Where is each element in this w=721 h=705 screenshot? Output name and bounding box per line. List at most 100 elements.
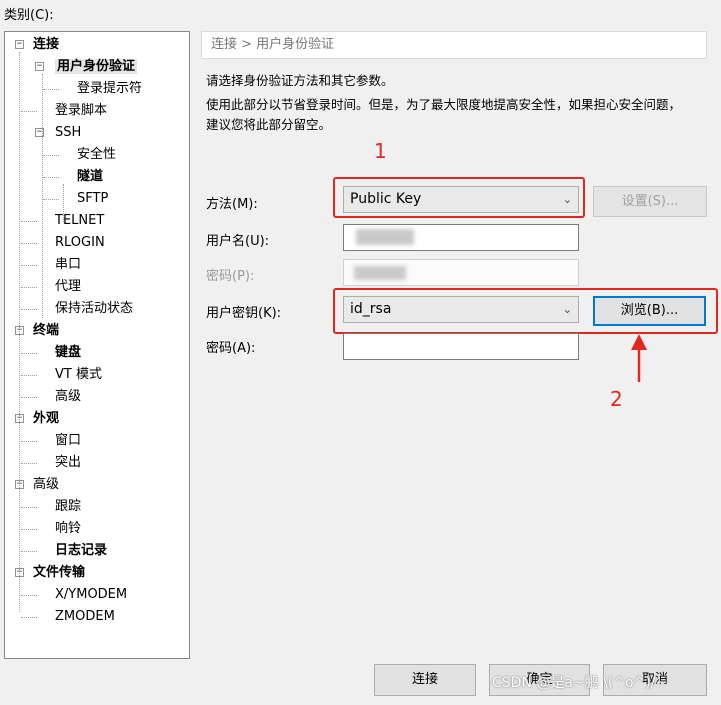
tree-item-label: 文件传输 (33, 565, 86, 580)
tree-item[interactable]: SSH (55, 122, 81, 143)
tree-item[interactable]: X/YMODEM (55, 584, 127, 605)
tree-connector (21, 309, 37, 310)
browse-button[interactable]: 浏览(B)... (593, 296, 706, 326)
redacted-username (356, 229, 414, 245)
tree-connector (43, 89, 59, 90)
password-field[interactable] (343, 259, 579, 286)
tree-item-label: SSH (55, 125, 82, 140)
method-select[interactable]: Public Key ⌄ (343, 186, 579, 213)
tree-guide-line (63, 184, 64, 222)
tree-item[interactable]: 突出 (55, 452, 81, 473)
username-field[interactable] (343, 224, 579, 251)
userkey-label: 用户密钥(K): (206, 306, 282, 321)
tree-item[interactable]: VT 模式 (55, 364, 102, 385)
annotation-2: 2 (610, 387, 623, 411)
annotation-1: 1 (374, 139, 387, 163)
tree-item[interactable]: 日志记录 (55, 540, 107, 561)
tree-item[interactable]: 代理 (55, 276, 81, 297)
tree-item-label: 连接 (33, 37, 60, 52)
tree-connector (21, 221, 37, 222)
password-label: 密码(P): (206, 269, 255, 284)
tree-item-label: RLOGIN (55, 235, 105, 250)
annotation-arrow (631, 334, 647, 382)
tree-item[interactable]: 窗口 (55, 430, 81, 451)
redacted-password (354, 266, 406, 280)
tree-item[interactable]: RLOGIN (55, 232, 105, 253)
tree-connector (21, 243, 37, 244)
tree-guide-line (19, 52, 20, 612)
chevron-down-icon: ⌄ (562, 303, 572, 316)
tree-item-label: 响铃 (55, 521, 82, 536)
tree-item-label: 高级 (55, 389, 82, 404)
tree-item[interactable]: 串口 (55, 254, 81, 275)
tree-connector (21, 397, 37, 398)
tree-item[interactable]: ZMODEM (55, 606, 115, 627)
method-value: Public Key (350, 191, 422, 207)
tree-item-label: 串口 (55, 257, 82, 272)
tree-connector (43, 177, 59, 178)
userkey-value: id_rsa (350, 301, 392, 317)
tree-item[interactable]: 隧道 (77, 166, 103, 187)
tree-item[interactable]: 终端 (33, 320, 59, 341)
category-tree[interactable]: 连接 − 用户身份验证 − 登录提示符 登录脚本 SSH − 安全性 隧道 SFTP TELNET RL… (4, 31, 190, 659)
tree-item-label: 用户身份验证 (55, 59, 138, 74)
collapse-icon[interactable]: − (35, 62, 44, 71)
tree-connector (21, 111, 37, 112)
tree-item-label: ZMODEM (55, 609, 115, 624)
tree-item[interactable]: 跟踪 (55, 496, 81, 517)
tree-item[interactable]: 高级 (33, 474, 59, 495)
tree-item[interactable]: 用户身份验证 (55, 56, 138, 77)
tree-item[interactable]: SFTP (77, 188, 108, 209)
tree-connector (21, 617, 37, 618)
tree-connector (21, 353, 37, 354)
method-label: 方法(M): (206, 197, 258, 212)
tree-item-label: 安全性 (77, 147, 117, 162)
tree-item-label: X/YMODEM (55, 587, 128, 602)
tree-item[interactable]: 安全性 (77, 144, 116, 165)
tree-guide-line (42, 74, 43, 318)
tree-item-label: 跟踪 (55, 499, 82, 514)
note-line-1: 使用此部分以节省登录时间。但是，为了最大限度地提高安全性，如果担心安全问题， (206, 97, 682, 112)
intro-text: 请选择身份验证方法和其它参数。 (206, 73, 394, 88)
tree-item[interactable]: 键盘 (55, 342, 81, 363)
tree-item[interactable]: 连接 (33, 34, 59, 55)
tree-connector (21, 441, 37, 442)
tree-connector (21, 551, 37, 552)
note-line-2: 建议您将此部分留空。 (206, 117, 332, 132)
passphrase-field[interactable] (343, 333, 579, 360)
tree-item-label: 代理 (55, 279, 82, 294)
collapse-icon[interactable]: − (15, 40, 24, 49)
tree-item-label: 登录脚本 (55, 103, 108, 118)
tree-item[interactable]: 外观 (33, 408, 59, 429)
tree-connector (21, 265, 37, 266)
tree-item-label: 登录提示符 (77, 81, 143, 96)
tree-connector (21, 375, 37, 376)
tree-item-label: 日志记录 (55, 543, 108, 558)
watermark: CSDN @是a~鹏 \(^o^)/~ (492, 675, 668, 691)
passphrase-label: 密码(A): (206, 341, 256, 356)
chevron-down-icon: ⌄ (562, 193, 572, 206)
tree-item-label: SFTP (77, 191, 109, 206)
tree-item-label: 外观 (33, 411, 60, 426)
tree-item-label: 隧道 (77, 169, 104, 184)
tree-item-label: 突出 (55, 455, 82, 470)
tree-item-label: 窗口 (55, 433, 82, 448)
userkey-select[interactable]: id_rsa ⌄ (343, 296, 579, 323)
tree-item[interactable]: 文件传输 (33, 562, 85, 583)
tree-item[interactable]: 高级 (55, 386, 81, 407)
tree-connector (21, 595, 37, 596)
connect-button[interactable]: 连接 (374, 664, 476, 696)
tree-item[interactable]: 登录脚本 (55, 100, 107, 121)
tree-item[interactable]: 响铃 (55, 518, 81, 539)
tree-connector (21, 287, 37, 288)
tree-connector (21, 463, 37, 464)
settings-button[interactable]: 设置(S)... (593, 186, 707, 217)
tree-item[interactable]: 保持活动状态 (55, 298, 133, 319)
tree-item-label: 键盘 (55, 345, 82, 360)
breadcrumb: 连接 > 用户身份验证 (201, 31, 707, 59)
tree-item[interactable]: 登录提示符 (77, 78, 142, 99)
tree-connector (21, 507, 37, 508)
category-label: 类别(C): (4, 8, 54, 23)
tree-connector (43, 155, 59, 156)
username-label: 用户名(U): (206, 234, 270, 249)
